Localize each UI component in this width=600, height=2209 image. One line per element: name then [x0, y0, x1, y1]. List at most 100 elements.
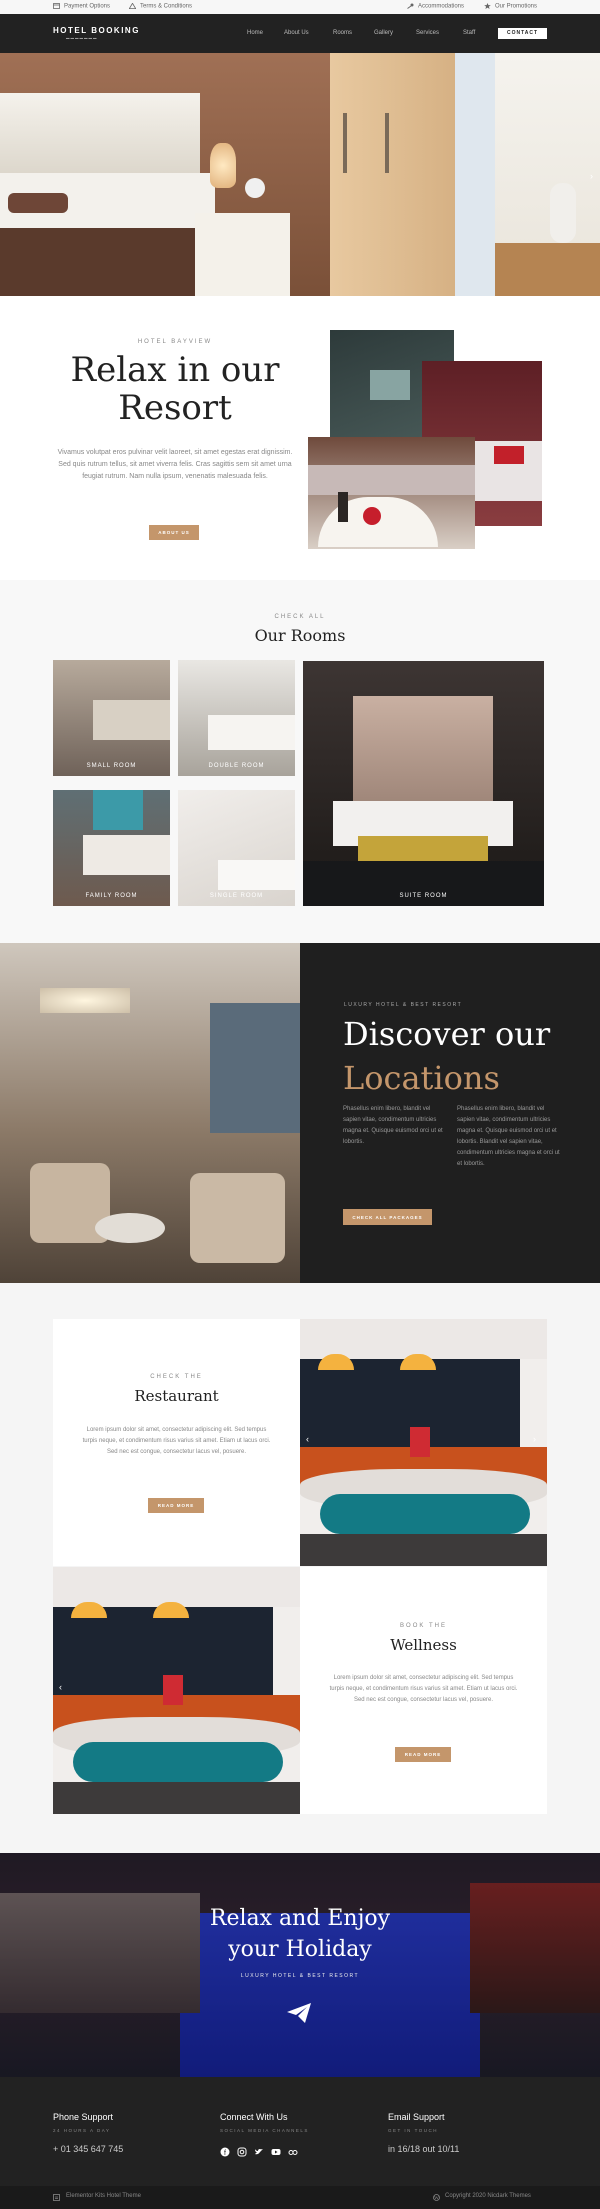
hero-nightstand	[195, 213, 290, 296]
hero-wardrobe	[330, 53, 455, 296]
footer-copyright: Copyright 2020 Nicdark Themes	[445, 2193, 531, 2199]
wellness-read-more-button[interactable]: READ MORE	[395, 1747, 451, 1762]
family-room-bed	[83, 835, 170, 875]
small-room-bed	[93, 700, 170, 740]
hero-slider[interactable]: ›	[0, 53, 600, 296]
restaurant-read-more-button[interactable]: READ MORE	[148, 1498, 204, 1513]
suite-floor	[303, 861, 544, 906]
locations-col-2: Phasellus enim libero, blandit vel sapie…	[457, 1106, 560, 1167]
about-title-line-2: Resort	[118, 388, 232, 428]
nav-staff[interactable]: Staff	[463, 30, 475, 36]
locations-eyebrow: LUXURY HOTEL & BEST RESORT	[344, 1002, 463, 1008]
room-card-family[interactable]: FAMILY ROOM	[53, 790, 170, 906]
check-packages-button[interactable]: CHECK ALL PACKAGES	[343, 1209, 432, 1225]
promotions-link[interactable]: Our Promotions	[484, 3, 537, 10]
restaurant-chair	[320, 1494, 530, 1534]
document-icon	[53, 2194, 60, 2201]
breakfast-glass	[363, 507, 381, 525]
nav-about[interactable]: About Us	[284, 30, 309, 36]
main-header: HOTEL BOOKING ▬▬▬▬▬▬▬ Home About Us Room…	[0, 14, 600, 53]
holiday-banner	[0, 1853, 600, 2077]
nav-home[interactable]: Home	[247, 30, 263, 36]
hero-handle-2	[385, 113, 389, 173]
breakfast-bed	[308, 465, 475, 495]
nav-gallery[interactable]: Gallery	[374, 30, 393, 36]
logo-decoration: ▬▬▬▬▬▬▬	[66, 36, 98, 40]
restaurant-title: Restaurant	[134, 1387, 219, 1405]
rooms-title: Our Rooms	[254, 626, 346, 645]
promotions-label: Our Promotions	[495, 3, 538, 10]
wellness-chair	[73, 1742, 283, 1782]
locations-lobby-photo	[0, 943, 300, 1283]
arrow-left-icon[interactable]: ‹	[306, 1434, 309, 1444]
instagram-icon[interactable]	[237, 2147, 247, 2157]
footer-phone-number[interactable]: + 01 345 647 745	[53, 2144, 123, 2154]
wellness-wall-top	[53, 1567, 300, 1607]
footer-phone-title: Phone Support	[53, 2112, 114, 2122]
youtube-icon[interactable]	[271, 2147, 281, 2157]
terms-link[interactable]: Terms & Conditions	[129, 3, 192, 10]
lobby-window	[210, 1003, 300, 1133]
site-logo[interactable]: HOTEL BOOKING	[53, 26, 140, 35]
footer-email-title: Email Support	[388, 2112, 445, 2122]
hero-handle-1	[343, 113, 347, 173]
room-label-double: DOUBLE ROOM	[208, 763, 265, 769]
arrow-right-icon[interactable]: ›	[590, 171, 598, 181]
room-card-small[interactable]: SMALL ROOM	[53, 660, 170, 776]
tripadvisor-icon[interactable]	[288, 2147, 298, 2157]
lobby-table	[95, 1213, 165, 1243]
footer-theme-link[interactable]: Elementor Kits Hotel Theme	[66, 2193, 141, 2199]
footer-connect-sub: SOCIAL MEDIA CHANNELS	[220, 2128, 309, 2133]
restaurant-eyebrow: CHECK THE	[150, 1374, 203, 1380]
room-label-family: FAMILY ROOM	[85, 893, 138, 899]
arrow-right-icon[interactable]: ›	[533, 1434, 536, 1444]
locations-title-line-1: Discover our	[343, 1015, 551, 1053]
about-title: Relax in our Resort	[40, 351, 310, 427]
payment-label: Payment Options	[64, 3, 111, 10]
nav-rooms[interactable]: Rooms	[333, 30, 352, 36]
double-room-bed	[208, 715, 295, 750]
bedroom-pillow	[494, 446, 524, 464]
about-us-button[interactable]: ABOUT US	[149, 525, 199, 540]
family-room-headboard	[93, 790, 143, 830]
room-card-suite[interactable]: SUITE ROOM	[303, 661, 544, 906]
room-label-small: SMALL ROOM	[86, 763, 137, 769]
payment-link[interactable]: Payment Options	[53, 3, 110, 10]
room-card-single[interactable]: SINGLE ROOM	[178, 790, 295, 906]
room-label-single: SINGLE ROOM	[209, 893, 264, 899]
accommodations-link[interactable]: Accommodations	[407, 3, 464, 10]
holiday-overlay	[0, 1853, 600, 2077]
hero-flowers	[245, 178, 265, 198]
holiday-title: Relax and Enjoy your Holiday	[150, 1903, 450, 1965]
hero-floor	[495, 243, 600, 296]
bathroom-mirror	[370, 370, 410, 400]
contact-button[interactable]: CONTACT	[498, 28, 547, 39]
twitter-icon[interactable]	[254, 2147, 264, 2157]
about-text: Vivamus volutpat eros pulvinar velit lao…	[57, 449, 293, 480]
triangle-warning-icon	[129, 3, 136, 9]
wellness-title: Wellness	[390, 1636, 457, 1654]
arrow-left-icon[interactable]: ‹	[59, 1682, 62, 1692]
restaurant-floor	[300, 1534, 547, 1566]
room-card-double[interactable]: DOUBLE ROOM	[178, 660, 295, 776]
room-label-suite: SUITE ROOM	[399, 893, 448, 899]
wellness-photo[interactable]: ‹	[53, 1567, 300, 1814]
about-title-line-1: Relax in our	[70, 350, 280, 390]
breakfast-bottle	[338, 492, 348, 522]
holiday-title-line-1: Relax and Enjoy	[209, 1906, 391, 1931]
suite-headboard	[353, 696, 493, 806]
footer-email-value[interactable]: in 16/18 out 10/11	[388, 2144, 459, 2154]
wellness-text: Lorem ipsum dolor sit amet, consectetur …	[329, 1675, 518, 1703]
suite-cushions	[358, 836, 488, 861]
hero-bed-throw	[0, 228, 210, 296]
holiday-subtitle: LUXURY HOTEL & BEST RESORT	[240, 1973, 360, 1979]
about-eyebrow: HOTEL BAYVIEW	[137, 339, 213, 345]
key-icon	[407, 3, 414, 9]
locations-col-1: Phasellus enim libero, blandit vel sapie…	[343, 1106, 443, 1145]
paper-plane-icon[interactable]	[287, 2003, 311, 2023]
footer-phone-sub: 24 HOURS A DAY	[53, 2128, 111, 2133]
restaurant-photo[interactable]: ‹ ›	[300, 1319, 547, 1566]
svg-text:f: f	[224, 2150, 226, 2157]
facebook-icon[interactable]: f	[220, 2147, 230, 2157]
nav-services[interactable]: Services	[416, 30, 439, 36]
